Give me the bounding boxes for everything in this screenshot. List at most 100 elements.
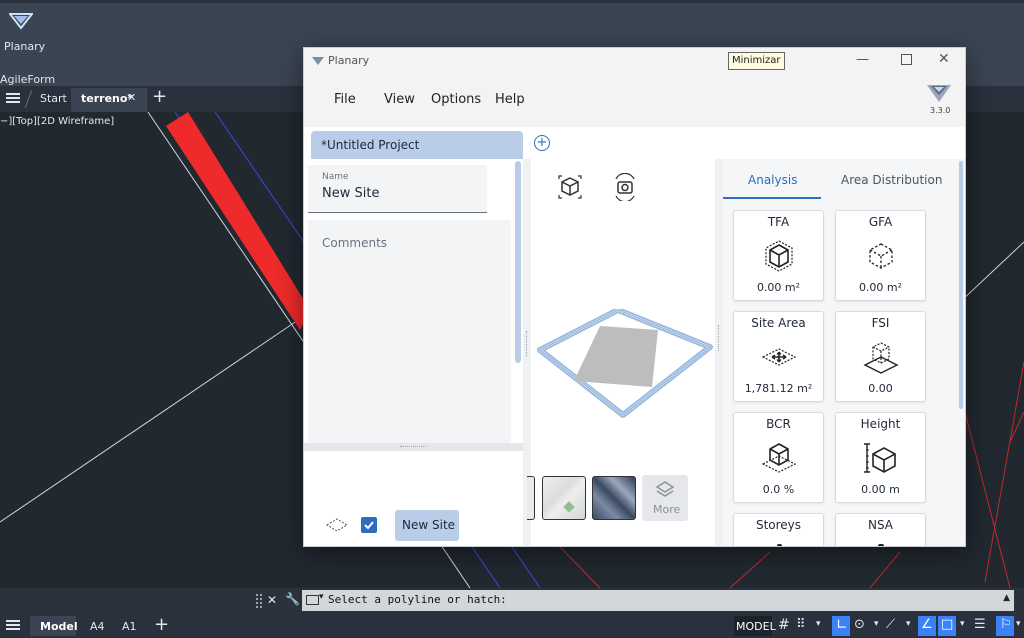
- more-basemaps-button[interactable]: More: [642, 475, 688, 521]
- snap-dropdown-icon[interactable]: ▾: [816, 619, 821, 629]
- tab-analysis-indicator: [723, 197, 821, 199]
- close-icon[interactable]: ✕: [127, 91, 136, 104]
- menu-help[interactable]: Help: [495, 92, 525, 107]
- 3d-viewer[interactable]: More: [527, 159, 715, 546]
- command-expand-icon[interactable]: ▲: [1003, 593, 1010, 603]
- layout-tab-a1[interactable]: A1: [122, 620, 137, 633]
- site-panel-scrollbar[interactable]: [515, 161, 521, 363]
- metric-nsa-title: NSA: [867, 518, 894, 532]
- menu-file[interactable]: File: [334, 92, 356, 107]
- ribbon-app-label[interactable]: Planary: [4, 40, 45, 53]
- comments-placeholder: Comments: [322, 236, 388, 250]
- tab-analysis-label: Analysis: [748, 173, 798, 187]
- more-basemaps-label: More: [653, 503, 681, 516]
- add-tab-icon[interactable]: +: [152, 86, 167, 107]
- osnap-dropdown-icon[interactable]: ▾: [906, 619, 911, 629]
- grid-icon[interactable]: #: [778, 617, 790, 633]
- properties-icon[interactable]: ☰: [974, 617, 986, 632]
- polar-dropdown-icon[interactable]: ▾: [874, 619, 879, 629]
- tab-area-distribution[interactable]: Area Distribution: [829, 159, 955, 199]
- basemap-light-thumb[interactable]: [542, 476, 586, 520]
- panel-splitter[interactable]: [304, 443, 523, 451]
- metric-card-bcr: BCR 0.0 %: [733, 412, 824, 503]
- metric-gfa-title: GFA: [868, 215, 893, 229]
- command-input[interactable]: ▾ Select a polyline or hatch: ▲: [302, 590, 1014, 611]
- camera-rotate-icon[interactable]: [611, 173, 639, 201]
- tab-terreno[interactable]: terreno* ✕: [71, 88, 147, 112]
- metric-card-height: Height 0.00 m: [835, 412, 926, 503]
- hamburger-menu-icon[interactable]: [6, 93, 20, 95]
- metric-fsi-title: FSI: [871, 316, 890, 330]
- isometric-view-icon[interactable]: [556, 173, 584, 201]
- basemap-light-park: [563, 501, 575, 513]
- command-history-icon[interactable]: [306, 595, 319, 605]
- metric-card-fsi: FSI 0.00: [835, 311, 926, 402]
- polar-icon[interactable]: ⊙: [854, 617, 865, 632]
- menu-options[interactable]: Options: [431, 92, 481, 107]
- lineweight-icon[interactable]: □: [938, 616, 956, 636]
- lineweight-dropdown-icon[interactable]: ▾: [960, 619, 965, 629]
- analysis-panel: Analysis Area Distribution TFA 0.00 m² G…: [723, 159, 965, 546]
- close-command-icon[interactable]: ✕: [267, 593, 277, 607]
- snap-icon[interactable]: ⠿: [796, 617, 806, 632]
- layout-tab-model[interactable]: Model: [30, 616, 78, 636]
- tab-untitled-project[interactable]: *Untitled Project: [311, 131, 523, 159]
- planary-logo-icon[interactable]: [9, 10, 33, 32]
- analysis-scrollbar[interactable]: [959, 161, 963, 409]
- height-icon: [864, 443, 896, 473]
- osnap-tracking-icon[interactable]: ⟋: [886, 617, 895, 632]
- metric-fsi-value: 0.00: [868, 382, 893, 395]
- splitter-grip-icon: [400, 446, 426, 449]
- site-name-value: New Site: [322, 186, 380, 201]
- tab-start[interactable]: Start: [40, 92, 67, 105]
- site-shape-icon[interactable]: [326, 518, 348, 532]
- site-area-icon: [761, 348, 797, 366]
- metric-bcr-title: BCR: [766, 417, 791, 431]
- menu-view[interactable]: View: [384, 92, 415, 107]
- site-visible-checkbox[interactable]: [361, 517, 377, 533]
- model-space-button[interactable]: MODEL: [734, 616, 776, 636]
- metric-card-gfa: GFA 0.00 m²: [835, 210, 926, 301]
- add-layout-icon[interactable]: +: [154, 614, 169, 635]
- site-3d-model[interactable]: [537, 309, 713, 421]
- add-project-icon[interactable]: +: [534, 135, 550, 151]
- left-splitter-grip-icon: [526, 331, 529, 357]
- wrench-icon[interactable]: 🔧: [285, 592, 300, 606]
- metric-height-title: Height: [860, 417, 901, 431]
- metric-gfa-value: 0.00 m²: [858, 281, 903, 294]
- metric-card-nsa: NSA: [835, 513, 926, 546]
- planary-title-icon: [312, 57, 324, 65]
- grip-handle-icon[interactable]: [256, 594, 262, 608]
- basemap-satellite-thumb[interactable]: [592, 476, 636, 520]
- right-splitter[interactable]: [715, 159, 723, 546]
- close-window-button[interactable]: ✕: [938, 51, 950, 67]
- tab-analysis[interactable]: Analysis: [723, 159, 821, 199]
- cad-status-bar: Model A4 A1 + MODEL # ⠿ ▾ ∟ ⊙ ▾ ⟋ ▾ ∠ □ …: [0, 614, 1024, 638]
- annotation-dropdown-icon[interactable]: ▾: [1016, 619, 1021, 629]
- metric-site-area-title: Site Area: [751, 316, 806, 330]
- minimize-button[interactable]: —: [856, 52, 869, 67]
- bcr-icon: [761, 443, 797, 473]
- window-titlebar[interactable]: Planary Minimizar — ✕: [304, 48, 965, 74]
- maximize-button[interactable]: [901, 54, 912, 65]
- site-name-label: Name: [322, 172, 349, 182]
- command-line[interactable]: ✕ 🔧 ▾ Select a polyline or hatch: ▲: [0, 588, 1024, 614]
- new-site-button[interactable]: New Site: [395, 510, 459, 541]
- right-splitter-grip-icon: [718, 325, 721, 351]
- metric-height-value: 0.00 m: [861, 483, 900, 496]
- comments-field[interactable]: Comments: [308, 220, 511, 443]
- metric-card-site-area: Site Area 1,781.12 m²: [733, 311, 824, 402]
- ortho-icon[interactable]: ∟: [832, 616, 850, 636]
- annotation-icon[interactable]: ⚐: [996, 616, 1014, 636]
- layout-menu-icon[interactable]: [6, 620, 20, 622]
- basemap-thumb-partial[interactable]: [527, 476, 535, 520]
- model-space-label: MODEL: [736, 620, 776, 633]
- tfa-cube-icon: [765, 240, 793, 272]
- object-snap-icon[interactable]: ∠: [918, 616, 936, 636]
- layout-tab-a4[interactable]: A4: [90, 620, 105, 633]
- metric-tfa-value: 0.00 m²: [756, 281, 801, 294]
- storeys-icon: [777, 544, 782, 546]
- site-name-field[interactable]: Name New Site: [308, 165, 487, 213]
- ribbon-panel-label: AgileForm: [0, 73, 56, 86]
- layout-tab-model-label: Model: [40, 620, 78, 633]
